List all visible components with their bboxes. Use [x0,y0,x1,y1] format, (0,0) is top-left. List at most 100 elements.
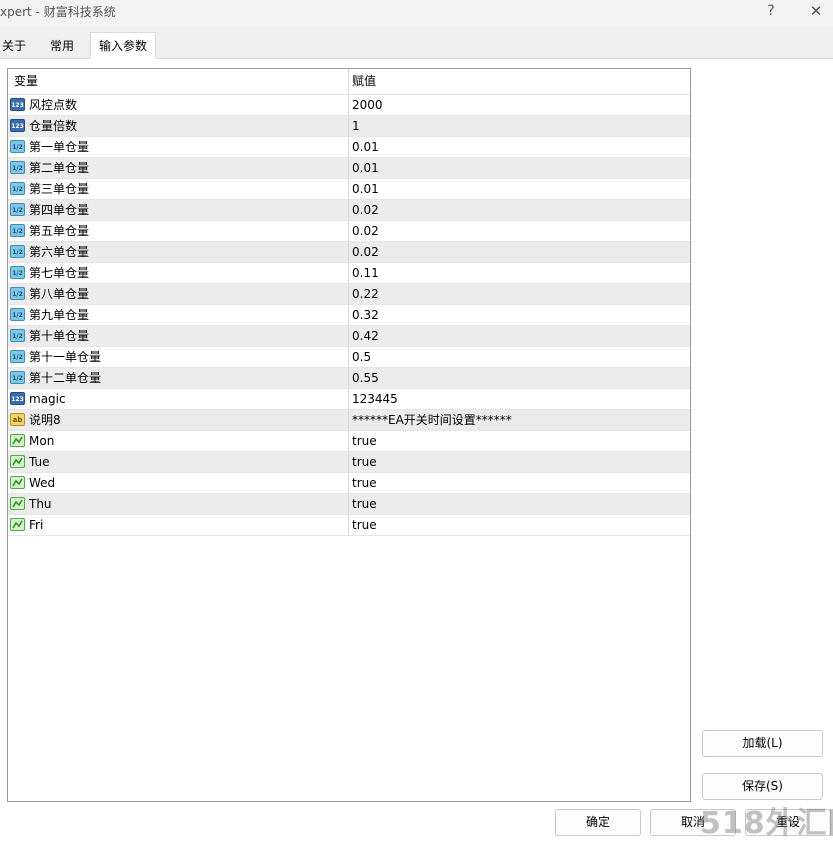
column-divider [348,263,349,283]
bool-type-icon [10,434,25,447]
table-row[interactable]: 123 风控点数 2000 [8,95,690,116]
tab-inputs[interactable]: 输入参数 [90,32,157,59]
column-divider [348,137,349,157]
table-header: 变量 赋值 [8,69,690,95]
parameter-value[interactable]: ******EA开关时间设置****** [352,410,512,430]
double-type-icon: 1/2 [10,161,25,174]
column-header-variable[interactable]: 变量 [14,69,349,94]
parameter-value[interactable]: 0.02 [352,200,379,220]
column-divider [348,221,349,241]
table-row[interactable]: 1/2 第十二单仓量 0.55 [8,368,690,389]
column-divider [348,326,349,346]
table-row[interactable]: 1/2 第十一单仓量 0.5 [8,347,690,368]
double-type-icon: 1/2 [10,371,25,384]
table-row[interactable]: Tue true [8,452,690,473]
parameter-value[interactable]: 0.01 [352,158,379,178]
parameter-value[interactable]: 0.02 [352,221,379,241]
table-row[interactable]: Mon true [8,431,690,452]
help-button[interactable]: ? [751,0,791,22]
column-divider [348,431,349,451]
parameter-name: 第十单仓量 [29,329,90,343]
parameter-name: 第十二单仓量 [29,371,102,385]
double-type-icon: 1/2 [10,203,25,216]
column-divider [348,305,349,325]
table-row[interactable]: 123 magic 123445 [8,389,690,410]
table-row[interactable]: 1/2 第五单仓量 0.02 [8,221,690,242]
table-row[interactable]: 1/2 第六单仓量 0.02 [8,242,690,263]
table-row[interactable]: 1/2 第一单仓量 0.01 [8,137,690,158]
table-row[interactable]: ab 说明8 ******EA开关时间设置****** [8,410,690,431]
table-row[interactable]: Wed true [8,473,690,494]
table-row[interactable]: 1/2 第九单仓量 0.32 [8,305,690,326]
parameter-value[interactable]: 0.42 [352,326,379,346]
parameter-name: 第三单仓量 [29,182,90,196]
watermark: 518外汇网 [700,806,833,841]
double-type-icon: 1/2 [10,182,25,195]
table-body: 123 风控点数 2000 123 仓量倍数 1 1/2 第一单仓量 0.01 1/2 第二单仓量 0… [8,95,690,536]
parameter-name: Mon [29,434,55,448]
table-row[interactable]: 1/2 第四单仓量 0.02 [8,200,690,221]
parameter-value[interactable]: 0.22 [352,284,379,304]
column-divider [348,368,349,388]
parameter-name: magic [29,392,66,406]
parameter-value[interactable]: 0.11 [352,263,379,283]
parameter-value[interactable]: 0.5 [352,347,371,367]
parameter-name: 第六单仓量 [29,245,90,259]
table-row[interactable]: 1/2 第十单仓量 0.42 [8,326,690,347]
table-row[interactable]: 123 仓量倍数 1 [8,116,690,137]
double-type-icon: 1/2 [10,287,25,300]
tab-strip: 关于 常用 输入参数 [0,30,833,59]
column-divider [348,389,349,409]
bool-type-icon [10,455,25,468]
parameter-name: 第七单仓量 [29,266,90,280]
close-button[interactable]: ✕ [796,0,833,22]
double-type-icon: 1/2 [10,308,25,321]
parameter-value[interactable]: 2000 [352,95,383,115]
integer-type-icon: 123 [10,119,25,132]
parameter-value[interactable]: 0.01 [352,137,379,157]
table-row[interactable]: 1/2 第七单仓量 0.11 [8,263,690,284]
parameter-value[interactable]: true [352,515,377,535]
parameter-name: Thu [29,497,52,511]
column-divider [348,347,349,367]
double-type-icon: 1/2 [10,140,25,153]
parameter-name: 说明8 [29,413,61,427]
column-divider [348,242,349,262]
load-button[interactable]: 加载(L) [702,730,823,757]
parameter-value[interactable]: 1 [352,116,360,136]
table-row[interactable]: 1/2 第二单仓量 0.01 [8,158,690,179]
tab-common[interactable]: 常用 [50,34,74,58]
parameter-value[interactable]: 0.01 [352,179,379,199]
table-row[interactable]: Thu true [8,494,690,515]
parameter-value[interactable]: true [352,431,377,451]
table-row[interactable]: Fri true [8,515,690,536]
double-type-icon: 1/2 [10,245,25,258]
integer-type-icon: 123 [10,98,25,111]
parameter-name: 第十一单仓量 [29,350,102,364]
parameter-value[interactable]: 123445 [352,389,398,409]
table-row[interactable]: 1/2 第八单仓量 0.22 [8,284,690,305]
double-type-icon: 1/2 [10,350,25,363]
tab-about[interactable]: 关于 [2,34,26,58]
parameter-name: 风控点数 [29,98,78,112]
column-divider [348,95,349,115]
parameters-table: 变量 赋值 123 风控点数 2000 123 仓量倍数 1 1/2 第一单仓量 0.01 1/2… [7,68,691,802]
parameter-value[interactable]: 0.55 [352,368,379,388]
parameter-value[interactable]: true [352,452,377,472]
table-row[interactable]: 1/2 第三单仓量 0.01 [8,179,690,200]
column-divider [348,284,349,304]
parameter-value[interactable]: 0.02 [352,242,379,262]
ok-button[interactable]: 确定 [555,809,641,836]
parameter-name: Tue [29,455,50,469]
column-divider [348,452,349,472]
parameter-name: 仓量倍数 [29,119,78,133]
parameter-value[interactable]: true [352,473,377,493]
parameter-name: Fri [29,518,44,532]
parameter-value[interactable]: true [352,494,377,514]
column-divider [348,116,349,136]
double-type-icon: 1/2 [10,224,25,237]
save-button[interactable]: 保存(S) [702,773,823,800]
parameter-value[interactable]: 0.32 [352,305,379,325]
bool-type-icon [10,476,25,489]
column-header-value[interactable]: 赋值 [352,69,376,94]
